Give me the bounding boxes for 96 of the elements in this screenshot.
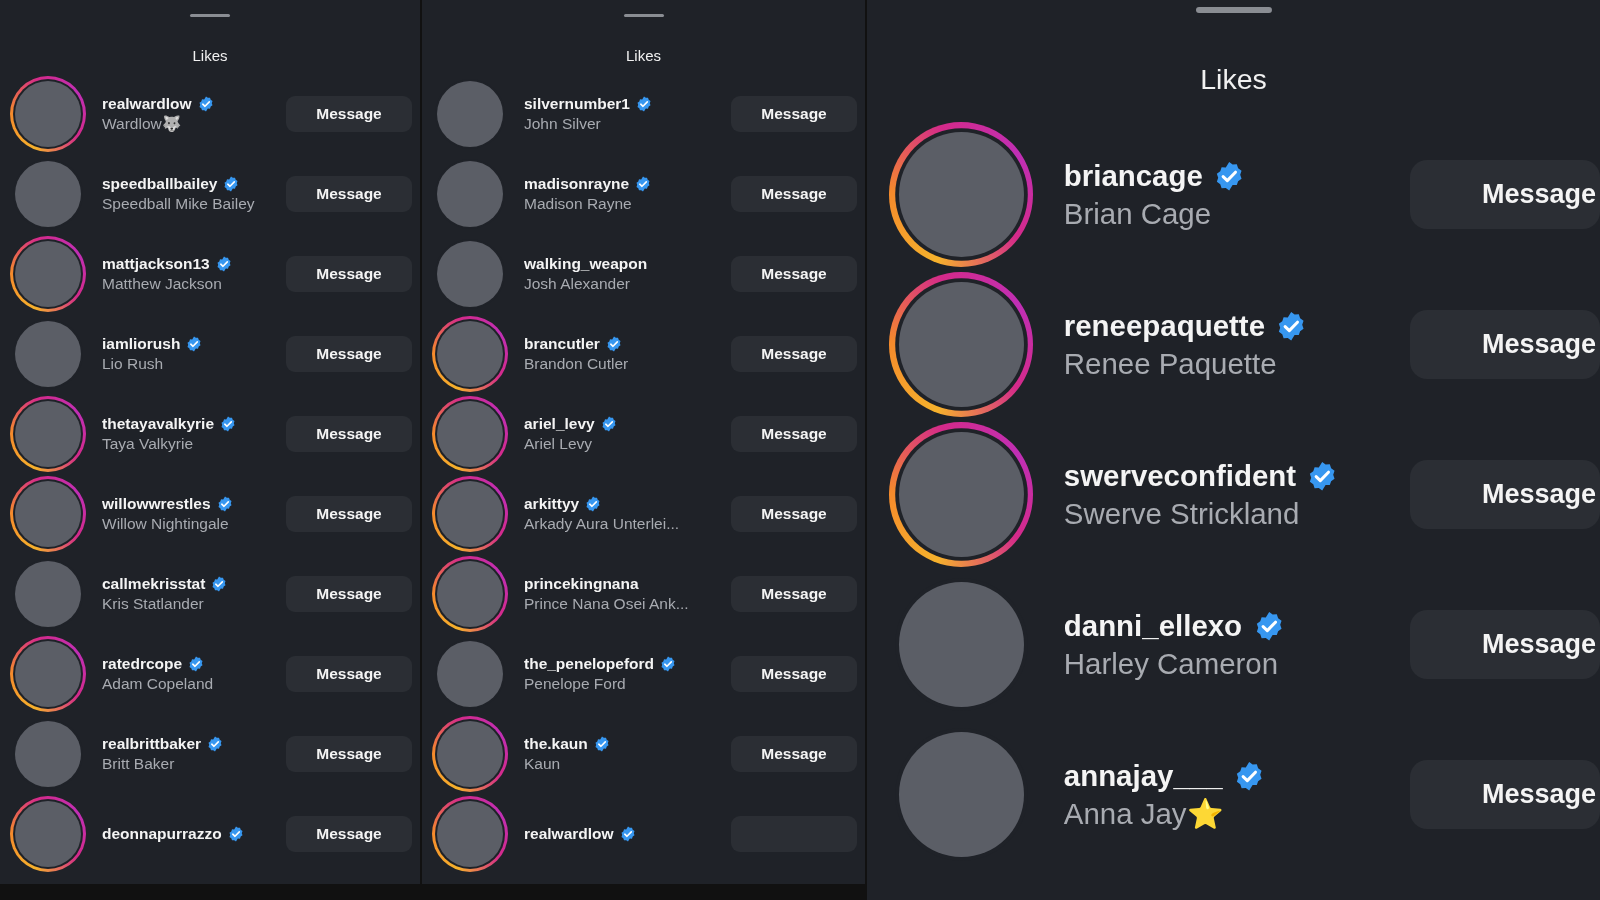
username[interactable]: arkittyy — [524, 495, 580, 513]
message-button[interactable]: Message — [1410, 760, 1600, 829]
message-button[interactable]: Message — [731, 336, 857, 372]
message-button[interactable]: Message — [731, 256, 857, 292]
drag-handle[interactable] — [190, 14, 230, 17]
full-name: Swerve Strickland — [1063, 496, 1301, 531]
verified-badge-icon — [215, 256, 232, 272]
verified-badge-icon — [197, 96, 214, 112]
full-name: Harley Cameron — [1063, 646, 1280, 681]
username[interactable]: mattjackson13 — [102, 255, 210, 273]
message-button[interactable]: Message — [286, 176, 412, 212]
message-button[interactable]: Message — [286, 96, 412, 132]
username[interactable]: realwardlow — [102, 95, 192, 113]
full-name: Kris Statlander — [102, 595, 205, 613]
full-name: Matthew Jackson — [102, 275, 223, 293]
full-name: Anna Jay⭐ — [1063, 796, 1225, 831]
username[interactable]: briancage — [1063, 158, 1203, 193]
verified-badge-icon — [186, 336, 203, 352]
verified-badge-icon — [585, 496, 602, 512]
username[interactable]: iamliorush — [102, 335, 181, 353]
full-name: Taya Valkyrie — [102, 435, 195, 453]
verified-badge-icon — [223, 176, 240, 192]
verified-badge-icon — [619, 826, 636, 842]
message-button[interactable]: Message — [1410, 460, 1600, 529]
drag-handle[interactable] — [1195, 7, 1272, 13]
username[interactable]: princekingnana — [524, 575, 639, 593]
verified-badge-icon — [593, 736, 610, 752]
username[interactable]: madisonrayne — [524, 175, 630, 193]
drag-handle[interactable] — [623, 14, 664, 17]
username[interactable]: walking_weapon — [524, 255, 648, 273]
message-button[interactable]: Message — [1410, 160, 1600, 229]
verified-badge-icon — [635, 96, 652, 112]
full-name: Wardlow🐺 — [102, 115, 182, 133]
message-button[interactable]: Message — [286, 336, 412, 372]
username[interactable]: swerveconfident — [1063, 458, 1297, 493]
full-name: Lio Rush — [102, 355, 165, 373]
message-button[interactable]: Message — [731, 176, 857, 212]
username[interactable]: willowwrestles — [102, 495, 211, 513]
full-name: Kaun — [524, 755, 562, 773]
verified-badge-icon — [660, 656, 677, 672]
full-name: Adam Copeland — [102, 675, 215, 693]
verified-badge-icon — [220, 416, 237, 432]
verified-badge-icon — [635, 176, 652, 192]
verified-badge-icon — [605, 336, 622, 352]
username[interactable]: thetayavalkyrie — [102, 415, 215, 433]
message-button[interactable]: Message — [286, 816, 412, 852]
username[interactable]: realwardlow — [524, 825, 614, 843]
full-name: Penelope Ford — [524, 675, 627, 693]
username[interactable]: reneepaquette — [1063, 308, 1265, 343]
message-button[interactable]: Message — [286, 576, 412, 612]
message-button[interactable]: Message — [731, 736, 857, 772]
message-button[interactable]: Message — [286, 256, 412, 292]
full-name: Brian Cage — [1063, 196, 1213, 231]
verified-badge-icon — [600, 416, 617, 432]
username[interactable]: realbrittbaker — [102, 735, 202, 753]
full-name: Madison Rayne — [524, 195, 633, 213]
likes-title: Likes — [192, 47, 228, 64]
full-name: Britt Baker — [102, 755, 176, 773]
username[interactable]: ariel_levy — [524, 415, 595, 433]
likes-title: Likes — [626, 47, 661, 64]
full-name: Willow Nightingale — [102, 515, 230, 533]
verified-badge-icon — [227, 826, 244, 842]
full-name: Brandon Cutler — [524, 355, 630, 373]
username[interactable]: speedballbailey — [102, 175, 218, 193]
full-name: Renee Paquette — [1063, 346, 1278, 381]
message-button[interactable]: Message — [731, 96, 857, 132]
username[interactable]: annajay___ — [1063, 758, 1223, 793]
verified-badge-icon — [216, 496, 233, 512]
username[interactable]: deonnapurrazzo — [102, 825, 222, 843]
username[interactable]: silvernumber1 — [524, 95, 630, 113]
full-name: Speedball Mike Bailey — [102, 195, 256, 213]
message-button[interactable]: Message — [731, 416, 857, 452]
message-button[interactable]: Message — [286, 416, 412, 452]
message-button[interactable]: Message — [286, 736, 412, 772]
likes-title: Likes — [1200, 62, 1267, 96]
message-button[interactable]: Message — [1410, 310, 1600, 379]
username[interactable]: ratedrcope — [102, 655, 183, 673]
full-name: John Silver — [524, 115, 602, 133]
message-button[interactable]: Message — [286, 656, 412, 692]
verified-badge-icon — [211, 576, 228, 592]
username[interactable]: brancutler — [524, 335, 600, 353]
username[interactable]: callmekrisstat — [102, 575, 206, 593]
message-button[interactable]: Message — [731, 496, 857, 532]
message-button[interactable]: Message — [1410, 610, 1600, 679]
username[interactable]: the.kaun — [524, 735, 588, 753]
username[interactable]: the_penelopeford — [524, 655, 655, 673]
full-name: Prince Nana Osei Ank... — [524, 595, 690, 613]
full-name: Arkady Aura Unterlei... — [524, 515, 681, 533]
message-button[interactable]: Message — [731, 656, 857, 692]
verified-badge-icon — [188, 656, 205, 672]
full-name: Ariel Levy — [524, 435, 594, 453]
message-button[interactable]: Message — [286, 496, 412, 532]
username[interactable]: danni_ellexo — [1063, 608, 1243, 643]
message-button[interactable]: Message — [731, 576, 857, 612]
verified-badge-icon — [207, 736, 224, 752]
full-name: Josh Alexander — [524, 275, 631, 293]
